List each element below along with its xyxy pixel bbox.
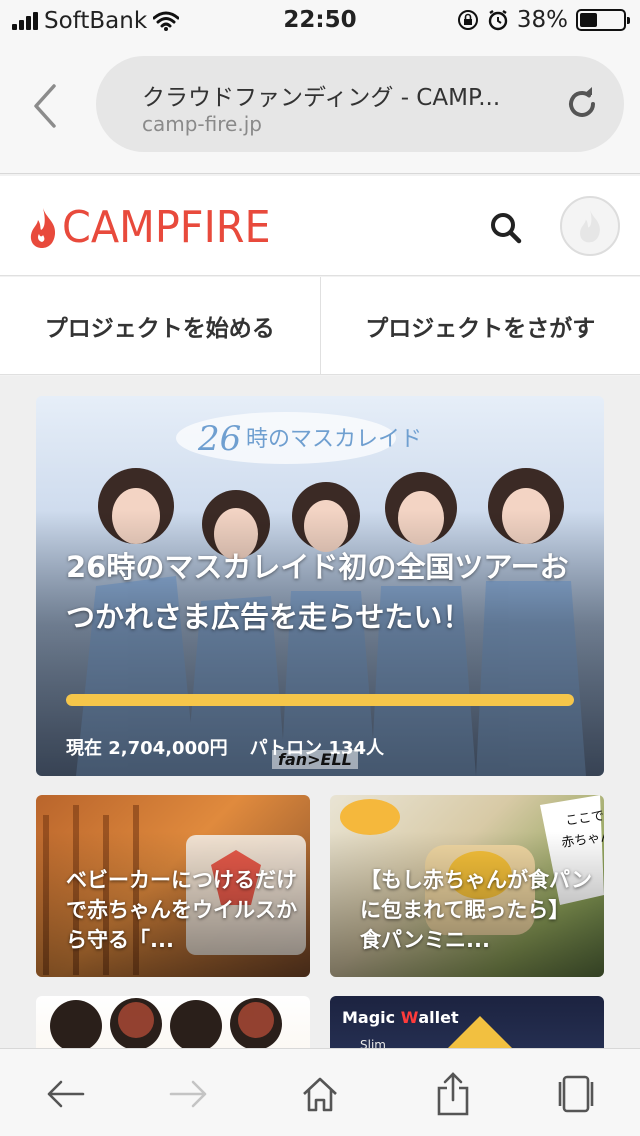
funding-progress-bar — [66, 694, 574, 706]
tabs-icon[interactable] — [553, 1071, 599, 1117]
chevron-left-icon[interactable] — [26, 82, 66, 130]
project-card[interactable]: ベビーカーにつけるだけで赤ちゃんをウイルスから守る「... — [36, 795, 310, 977]
status-right: 38% — [457, 7, 630, 33]
image-brand-mark: fan>ELL — [272, 750, 358, 769]
project-card[interactable]: ここで 赤ちゃんが 【もし赤ちゃんが食パンに包まれて眠ったら】 食パンミニ... — [330, 795, 604, 977]
alarm-icon — [488, 10, 508, 31]
project-title: ベビーカーにつけるだけで赤ちゃんをウイルスから守る「... — [66, 868, 297, 952]
site-header: CAMPFIRE — [0, 176, 640, 276]
battery-percent: 38% — [516, 7, 568, 33]
tab-start-project[interactable]: プロジェクトを始める — [0, 277, 320, 374]
reload-icon[interactable] — [562, 84, 602, 124]
browser-toolbar — [0, 1048, 640, 1136]
page-title: クラウドファンディング - CAMP... — [142, 85, 501, 111]
project-card[interactable]: Magic Wallet Slim — [330, 996, 604, 1048]
rotation-lock-icon — [457, 10, 478, 30]
project-card[interactable] — [36, 996, 310, 1048]
card-image-subtext: Slim — [360, 1038, 386, 1048]
search-icon[interactable] — [486, 208, 526, 248]
featured-project-card[interactable]: 26 時のマスカレイド 26時のマスカレイド初の全国ツアーおつかれさま広告を走ら… — [36, 396, 604, 776]
main-tabs: プロジェクトを始める プロジェクトをさがす — [0, 277, 640, 375]
avatar-flame-icon — [580, 209, 600, 243]
project-image — [50, 998, 282, 1048]
share-icon[interactable] — [430, 1071, 476, 1117]
project-title: 【もし赤ちゃんが食パンに包まれて眠ったら】 食パンミニ... — [360, 868, 593, 952]
page-domain: camp-fire.jp — [142, 112, 262, 136]
home-icon[interactable] — [297, 1071, 343, 1117]
address-bar: クラウドファンディング - CAMP... camp-fire.jp — [0, 42, 640, 174]
featured-project-title: 26時のマスカレイド初の全国ツアーおつかれさま広告を走らせたい！ — [66, 550, 569, 634]
battery-icon — [576, 9, 630, 31]
forward-arrow-icon[interactable] — [166, 1071, 212, 1117]
logo-text: CAMPFIRE — [62, 202, 271, 253]
card-image-shape — [448, 1016, 512, 1048]
tab-find-project[interactable]: プロジェクトをさがす — [319, 277, 640, 374]
status-bar: SoftBank 22:50 38% — [0, 0, 640, 42]
back-arrow-icon[interactable] — [42, 1071, 88, 1117]
url-field[interactable]: クラウドファンディング - CAMP... camp-fire.jp — [96, 56, 624, 152]
amount-raised: 現在 2,704,000円 — [66, 738, 228, 759]
account-icon[interactable] — [560, 196, 620, 256]
campfire-logo[interactable]: CAMPFIRE — [28, 202, 284, 253]
project-feed: 26 時のマスカレイド 26時のマスカレイド初の全国ツアーおつかれさま広告を走ら… — [0, 376, 640, 1048]
flame-icon — [30, 207, 56, 248]
